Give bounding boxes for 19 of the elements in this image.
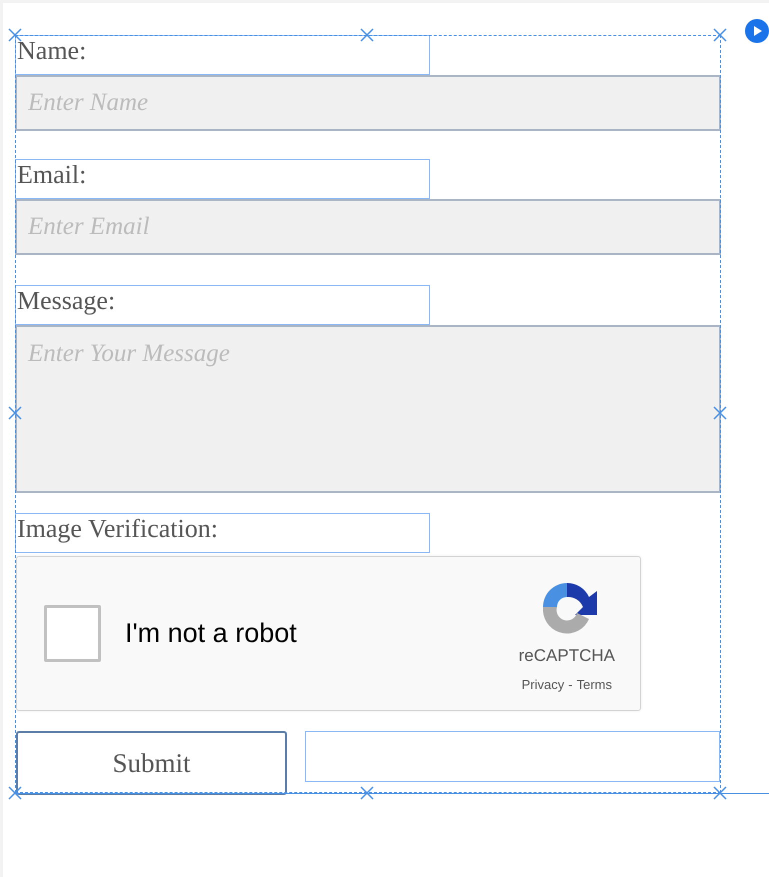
checkbox[interactable]: [44, 605, 101, 662]
resize-handle-icon[interactable]: [713, 786, 727, 800]
submit-button[interactable]: Submit: [16, 731, 287, 795]
resize-handle-icon[interactable]: [360, 28, 374, 42]
field-label: Email:: [15, 159, 430, 199]
play-icon[interactable]: [745, 19, 769, 43]
terms-link[interactable]: Terms: [576, 674, 612, 694]
checkbox-label: I'm not a robot: [125, 617, 297, 650]
resize-handle-icon[interactable]: [713, 28, 727, 42]
field-label: Image Verification:: [15, 513, 430, 553]
separator: -: [568, 676, 573, 694]
resize-handle-icon[interactable]: [8, 786, 22, 800]
resize-handle-icon[interactable]: [713, 406, 727, 420]
privacy-link[interactable]: Privacy: [522, 674, 564, 694]
resize-handle-icon[interactable]: [8, 406, 22, 420]
resize-handle-icon[interactable]: [360, 786, 374, 800]
resize-handle-icon[interactable]: [8, 28, 22, 42]
captcha-brand: reCAPTCHA: [518, 645, 615, 667]
field-label: Message:: [15, 285, 430, 325]
